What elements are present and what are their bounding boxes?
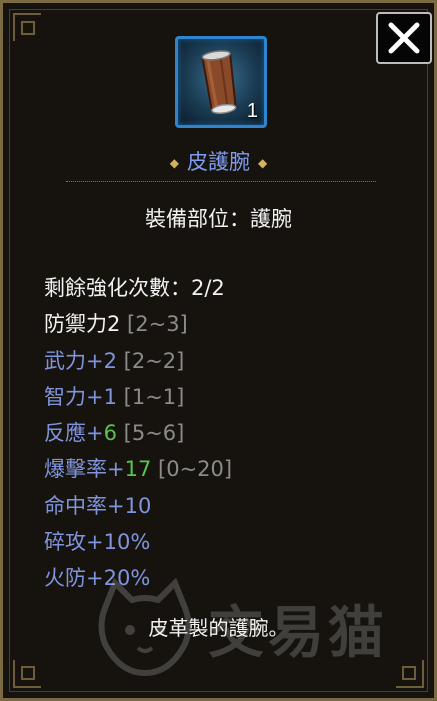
stat-text: 命中率+10 [44,493,152,518]
equip-slot-text: 裝備部位：護腕 [145,207,292,231]
stat-list: 剩餘強化次數：2/2 防禦力2 [2~3] 武力+2 [2~2] 智力+1 [1~1]… [44,270,232,597]
stat-line: 爆擊率+17 [0~20] [44,451,232,487]
stat-line: 反應+6 [5~6] [44,415,232,451]
stat-text: [2~3] [120,312,188,337]
stat-text: 防禦力2 [44,312,121,337]
item-stack-count: 1 [246,100,258,122]
stat-line: 命中率+10 [44,488,232,524]
stat-text: 武力+2 [44,348,117,373]
stat-text: 智力+1 [44,384,117,409]
stat-text: [1~1] [116,384,185,409]
stat-text: [0~20] [151,457,233,482]
stat-line: 火防+20% [44,560,232,596]
title-divider [66,181,376,182]
stat-text: 反應+ [44,421,104,446]
stat-text: 火防+20% [44,566,151,591]
item-name-row: ◆ 皮護腕 ◆ [0,146,437,176]
stat-text: 剩餘強化次數：2/2 [44,276,225,300]
frame-ornament-bottom-right [396,660,424,688]
stat-text: [2~2] [116,348,185,373]
diamond-ornament-icon: ◆ [169,156,179,170]
stat-text: 爆擊率+ [44,457,125,482]
stat-line: 防禦力2 [2~3] [44,306,232,342]
stat-line: 剩餘強化次數：2/2 [44,270,232,306]
diamond-ornament-icon: ◆ [258,156,268,170]
stat-text: 17 [124,457,152,482]
frame-ornament-top-left [13,13,41,41]
stat-line: 智力+1 [1~1] [44,379,232,415]
item-name: 皮護腕 [187,150,250,174]
item-icon-slot[interactable]: 1 [175,36,267,128]
stat-text: [5~6] [116,421,185,446]
close-button[interactable] [376,12,432,64]
stat-line: 碎攻+10% [44,524,232,560]
item-description: 皮革製的護腕。 [148,616,289,640]
close-x-icon [388,22,420,54]
frame-ornament-bottom-left [13,660,41,688]
stat-text: 6 [103,421,117,446]
stat-line: 武力+2 [2~2] [44,343,232,379]
stat-text: 碎攻+10% [44,530,151,555]
